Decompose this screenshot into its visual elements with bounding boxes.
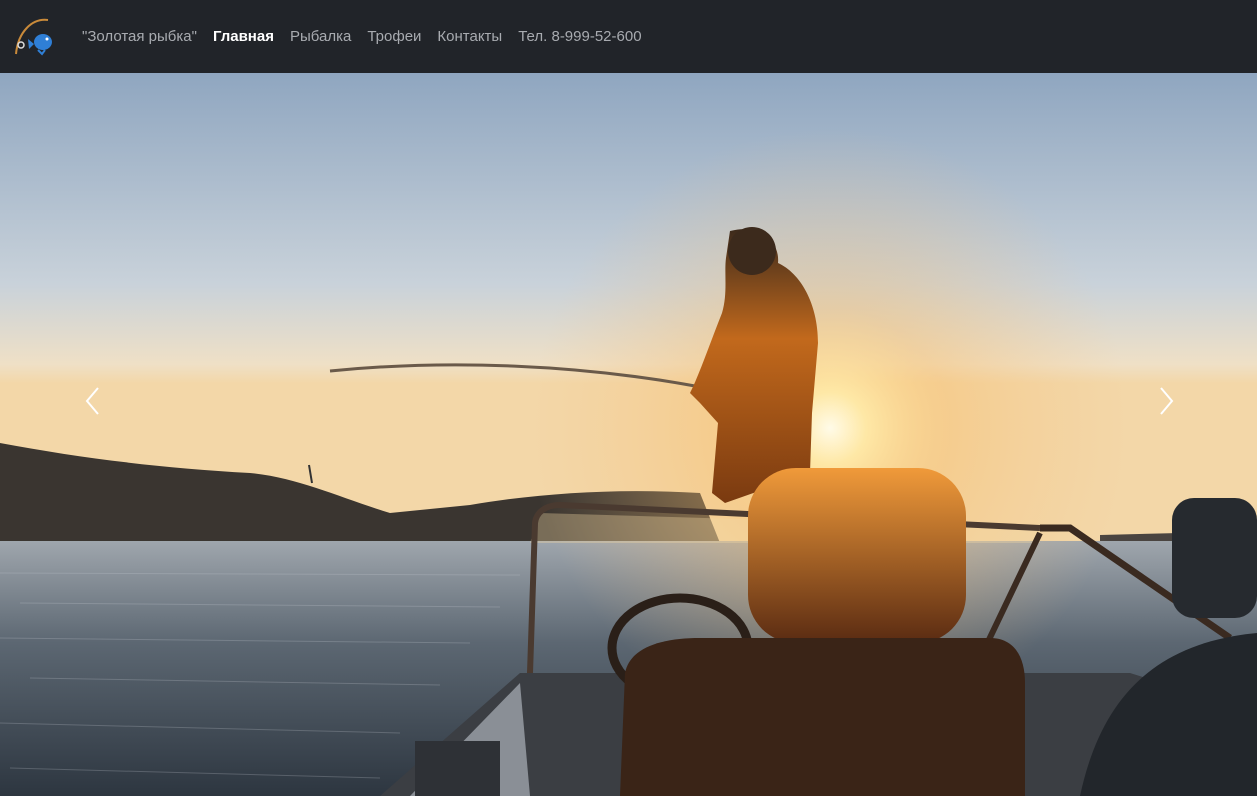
chevron-left-icon xyxy=(85,387,99,415)
nav-link-fishing[interactable]: Рыбалка xyxy=(290,28,351,45)
top-navbar: "Золотая рыбка" Главная Рыбалка Трофеи К… xyxy=(0,0,1257,73)
nav-link-contacts[interactable]: Контакты xyxy=(437,28,502,45)
carousel-prev-button[interactable] xyxy=(63,371,123,431)
phone-link[interactable]: Тел. 8-999-52-600 xyxy=(518,28,641,45)
carousel-next-button[interactable] xyxy=(1136,371,1196,431)
chevron-right-icon xyxy=(1160,387,1174,415)
nav-link-trophies[interactable]: Трофеи xyxy=(367,28,421,45)
brand-link[interactable]: "Золотая рыбка" xyxy=(82,28,197,45)
slide-image xyxy=(0,73,1257,796)
brand-logo-icon[interactable] xyxy=(12,14,56,58)
hero-carousel xyxy=(0,73,1257,796)
nav-link-home[interactable]: Главная xyxy=(213,28,274,45)
nav-links: "Золотая рыбка" Главная Рыбалка Трофеи К… xyxy=(82,0,658,73)
